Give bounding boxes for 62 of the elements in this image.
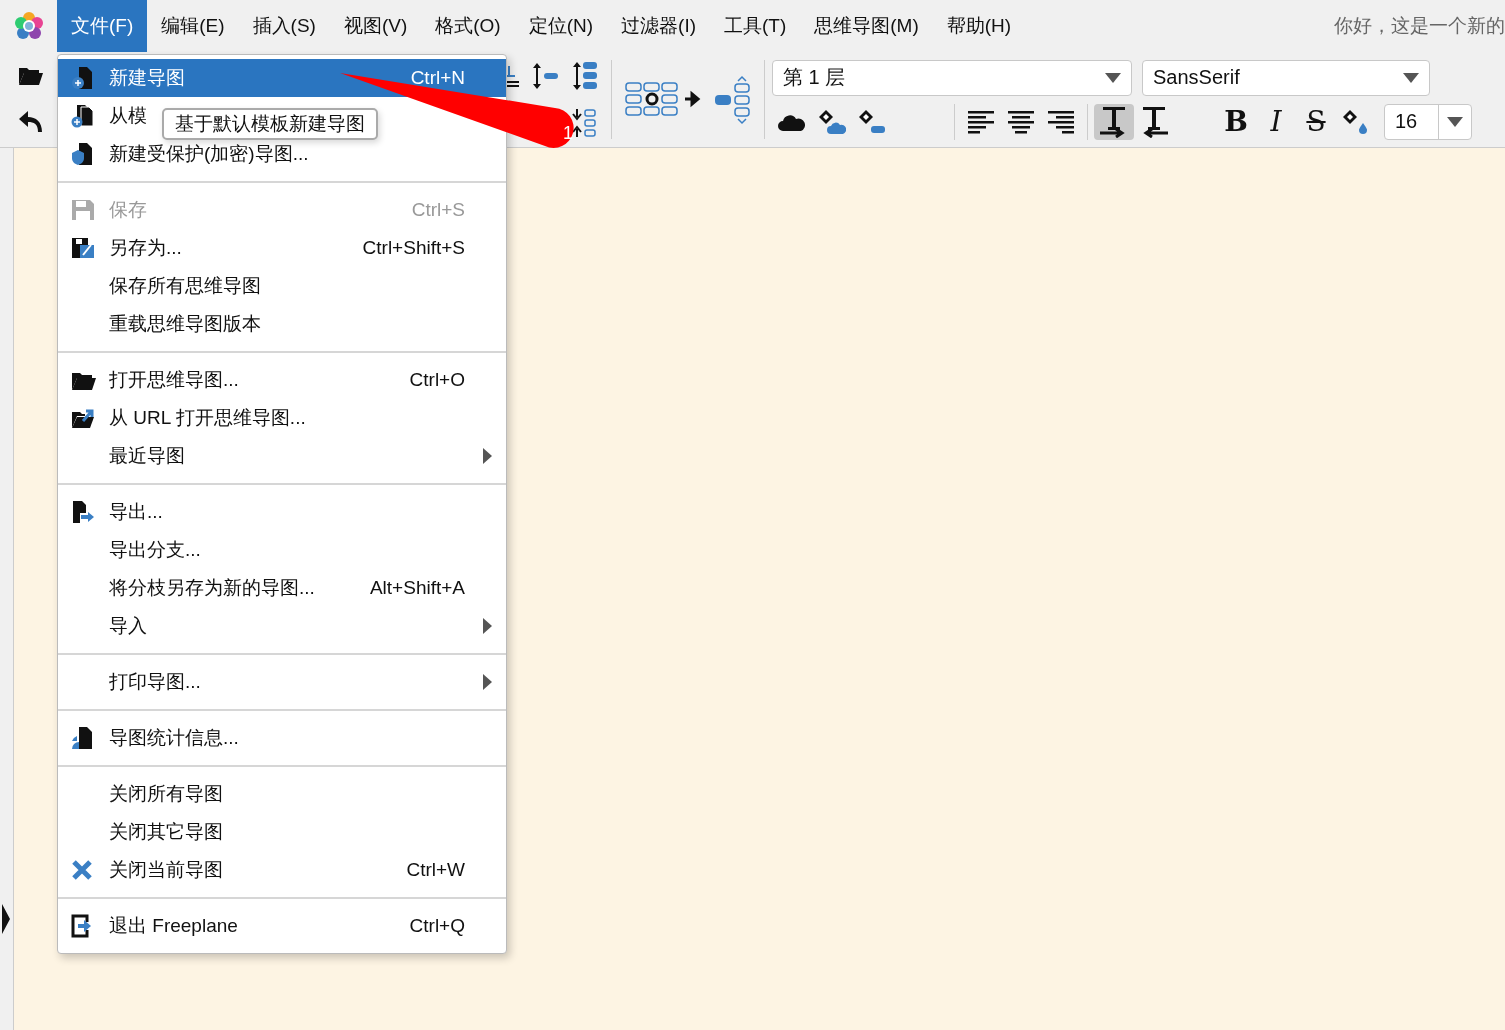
dropdown-arrow-icon[interactable] <box>1105 72 1121 83</box>
app-logo-icon[interactable] <box>14 12 43 40</box>
menu-item[interactable]: 保存所有思维导图 <box>58 267 506 305</box>
statistics-document-icon <box>71 726 93 750</box>
menu-item[interactable]: 导出... <box>58 493 506 531</box>
auto-layout-icon[interactable] <box>625 81 701 118</box>
format-button[interactable]: S <box>1296 103 1336 140</box>
vertical-spacing-icon[interactable] <box>531 61 559 90</box>
expand-handle-icon[interactable] <box>2 904 10 934</box>
export-icon <box>71 500 95 524</box>
dropdown-arrow-icon[interactable] <box>1447 116 1463 127</box>
menu-item[interactable]: 过滤器(I) <box>607 0 710 52</box>
level-dropdown[interactable]: 第 1 层 <box>772 59 1132 96</box>
menu-item[interactable]: 导出分支... <box>58 531 506 569</box>
window-title: 你好，这是一个新的 <box>1334 14 1505 38</box>
format-button[interactable]: I <box>1256 103 1296 140</box>
exit-icon <box>71 914 93 938</box>
menu-item[interactable]: 思维导图(M) <box>800 0 933 52</box>
font-dropdown[interactable]: SansSerif <box>1142 59 1430 96</box>
menu-item[interactable]: 格式(O) <box>421 0 515 52</box>
child-spacing-icon[interactable] <box>571 60 599 91</box>
folder-arrow-icon <box>71 407 95 429</box>
menu-item[interactable]: 工具(T) <box>710 0 801 52</box>
node-color-icon[interactable] <box>858 108 886 135</box>
child-spacing-icon[interactable] <box>571 108 599 139</box>
menu-item[interactable]: 另存为... Ctrl+Shift+S <box>58 229 506 267</box>
format-button[interactable]: B <box>1216 103 1256 140</box>
font-size-spinner[interactable]: 16 <box>1384 103 1472 140</box>
align-center-icon[interactable] <box>1007 108 1035 135</box>
close-icon <box>71 859 93 881</box>
save-as-icon <box>71 237 95 259</box>
menu-item[interactable]: 视图(V) <box>329 0 422 52</box>
menu-item[interactable]: 关闭其它导图 <box>58 813 506 851</box>
text-color-icon[interactable] <box>1342 108 1370 135</box>
menu-item[interactable]: 关闭当前导图 Ctrl+W <box>58 851 506 889</box>
menu-item[interactable]: 将分枝另存为新的导图... Alt+Shift+A <box>58 569 506 607</box>
node-position-icon[interactable] <box>714 73 752 126</box>
menu-item[interactable]: 导图统计信息... <box>58 719 506 757</box>
menu-item[interactable]: 编辑(E) <box>147 0 239 52</box>
annotation-number: 1 <box>562 123 574 144</box>
menu-item[interactable]: 导入 <box>58 607 506 645</box>
menu-item[interactable]: 从 URL 打开思维导图... <box>58 399 506 437</box>
align-right-icon[interactable] <box>1047 108 1075 135</box>
menu-item[interactable]: 帮助(H) <box>932 0 1026 52</box>
menu-item[interactable]: 定位(N) <box>514 0 608 52</box>
text-direction-toggle[interactable] <box>1094 103 1134 140</box>
tooltip: 基于默认模板新建导图 <box>162 108 378 140</box>
shield-document-icon <box>71 142 93 166</box>
cloud-color-icon[interactable] <box>818 108 846 135</box>
menu-item[interactable]: 插入(S) <box>238 0 330 52</box>
template-document-icon <box>71 104 93 128</box>
menu-item[interactable]: 最近导图 <box>58 437 506 475</box>
dropdown-arrow-icon[interactable] <box>1403 72 1419 83</box>
new-document-icon <box>71 66 93 90</box>
menu-item[interactable]: 关闭所有导图 <box>58 775 506 813</box>
menu-item[interactable]: 新建导图 Ctrl+N <box>58 59 506 97</box>
menu-item[interactable]: 打开思维导图... Ctrl+O <box>58 361 506 399</box>
menu-item[interactable]: 打印导图... <box>58 663 506 701</box>
menu-item[interactable]: 退出 Freeplane Ctrl+Q <box>58 907 506 945</box>
menu-item[interactable]: 重载思维导图版本 <box>58 305 506 343</box>
menu-item[interactable]: 文件(F) <box>57 0 148 52</box>
align-left-icon[interactable] <box>967 108 995 135</box>
